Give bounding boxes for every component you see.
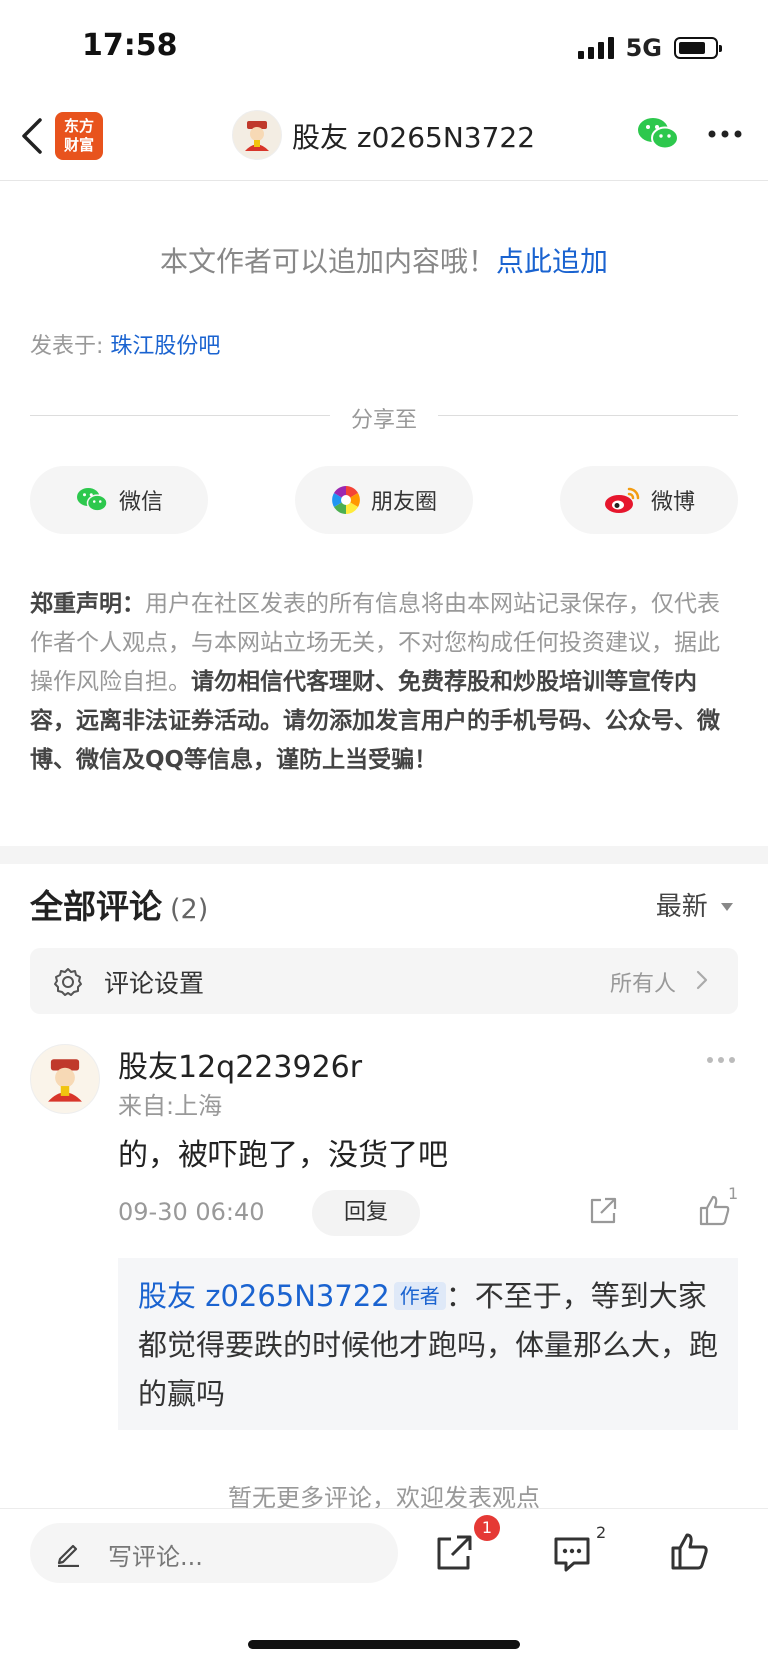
comment-icon[interactable] bbox=[552, 1535, 592, 1573]
share-weibo-label: 微博 bbox=[650, 490, 695, 515]
append-link[interactable]: 点此追加 bbox=[496, 245, 608, 278]
chevron-right-icon bbox=[696, 970, 708, 990]
share-divider: 分享至 bbox=[30, 400, 738, 433]
write-placeholder: 写评论... bbox=[108, 1543, 203, 1571]
append-prompt: 本文作者可以追加内容哦！点此追加 bbox=[0, 240, 768, 280]
comment-text: 的，被吓跑了，没货了吧 bbox=[118, 1138, 448, 1173]
fortune-god-icon bbox=[245, 121, 269, 151]
comments-title: 全部评论 bbox=[30, 887, 162, 926]
network-label: 5G bbox=[625, 34, 662, 62]
back-arrow-icon[interactable] bbox=[18, 114, 48, 158]
disclaimer-title: 郑重声明： bbox=[30, 591, 145, 617]
comments-header: 全部评论 (2) bbox=[30, 880, 208, 928]
gear-icon bbox=[54, 968, 82, 996]
like-count: 1 bbox=[728, 1184, 739, 1203]
posted-in: 发表于: 珠江股份吧 bbox=[30, 328, 220, 360]
comment-more-icon[interactable] bbox=[706, 1056, 736, 1064]
battery-icon bbox=[674, 37, 722, 59]
logo-line1: 东方 bbox=[63, 117, 94, 135]
comment-settings-row[interactable]: 评论设置 所有人 bbox=[30, 948, 738, 1014]
disclaimer: 郑重声明：用户在社区发表的所有信息将由本网站记录保存，仅代表作者个人观点，与本网… bbox=[30, 585, 738, 780]
status-icons: 5G bbox=[577, 34, 722, 62]
settings-value: 所有人 bbox=[609, 972, 676, 997]
thumbs-up-icon[interactable] bbox=[670, 1531, 710, 1571]
logo-line2: 财富 bbox=[63, 136, 94, 154]
wechat-icon[interactable] bbox=[636, 114, 680, 154]
caret-down-icon bbox=[721, 903, 733, 911]
wechat-icon bbox=[76, 488, 108, 512]
commenter-avatar[interactable] bbox=[30, 1044, 100, 1114]
fortune-god-icon bbox=[48, 1059, 82, 1102]
home-indicator bbox=[248, 1640, 520, 1649]
reply-content: 股友 z0265N3722 作者 ：不至于，等到大家都觉得要跌的时候他才跑吗，体量那… bbox=[138, 1272, 720, 1419]
comment-time: 09-30 06:40 bbox=[118, 1198, 265, 1226]
nav-bar: 东方 财富 股友 z0265N3722 bbox=[0, 100, 768, 181]
pencil-icon bbox=[57, 1544, 79, 1567]
forum-link[interactable]: 珠江股份吧 bbox=[110, 334, 220, 359]
reply-box: 股友 z0265N3722 作者 ：不至于，等到大家都觉得要跌的时候他才跑吗，体量那… bbox=[118, 1258, 738, 1430]
share-comment-icon[interactable] bbox=[588, 1196, 618, 1226]
sort-label: 最新 bbox=[655, 892, 708, 922]
posted-label: 发表于: bbox=[30, 334, 111, 359]
append-text: 本文作者可以追加内容哦！ bbox=[159, 245, 496, 278]
status-time: 17:58 bbox=[82, 28, 178, 63]
like-icon[interactable] bbox=[698, 1194, 732, 1226]
app-logo[interactable]: 东方 财富 bbox=[55, 112, 103, 160]
write-comment-input[interactable]: 写评论... bbox=[30, 1523, 398, 1583]
share-wechat-label: 微信 bbox=[118, 490, 163, 515]
share-moments-label: 朋友圈 bbox=[370, 490, 437, 515]
sort-dropdown[interactable]: 最新 bbox=[656, 886, 734, 923]
share-badge: 1 bbox=[474, 1515, 500, 1541]
commenter-name[interactable]: 股友12q223926r bbox=[118, 1042, 362, 1086]
comment-location: 来自:上海 bbox=[118, 1092, 223, 1120]
moments-icon bbox=[332, 486, 360, 514]
share-moments-button[interactable]: 朋友圈 bbox=[295, 466, 473, 534]
share-wechat-button[interactable]: 微信 bbox=[30, 466, 208, 534]
author-avatar[interactable] bbox=[232, 110, 282, 160]
signal-icon bbox=[577, 37, 614, 59]
nav-title: 股友 z0265N3722 bbox=[292, 121, 536, 154]
share-icon[interactable] bbox=[434, 1533, 474, 1573]
reply-button[interactable]: 回复 bbox=[312, 1190, 420, 1236]
comments-count: (2) bbox=[170, 894, 209, 925]
author-badge: 作者 bbox=[393, 1282, 446, 1310]
share-label: 分享至 bbox=[350, 408, 417, 433]
settings-label: 评论设置 bbox=[104, 969, 205, 998]
more-icon[interactable] bbox=[708, 130, 742, 138]
section-divider bbox=[0, 846, 768, 864]
weibo-icon bbox=[604, 487, 640, 513]
reply-user[interactable]: 股友 z0265N3722 bbox=[138, 1279, 390, 1313]
share-weibo-button[interactable]: 微博 bbox=[560, 466, 738, 534]
comment-count: 2 bbox=[596, 1523, 607, 1542]
